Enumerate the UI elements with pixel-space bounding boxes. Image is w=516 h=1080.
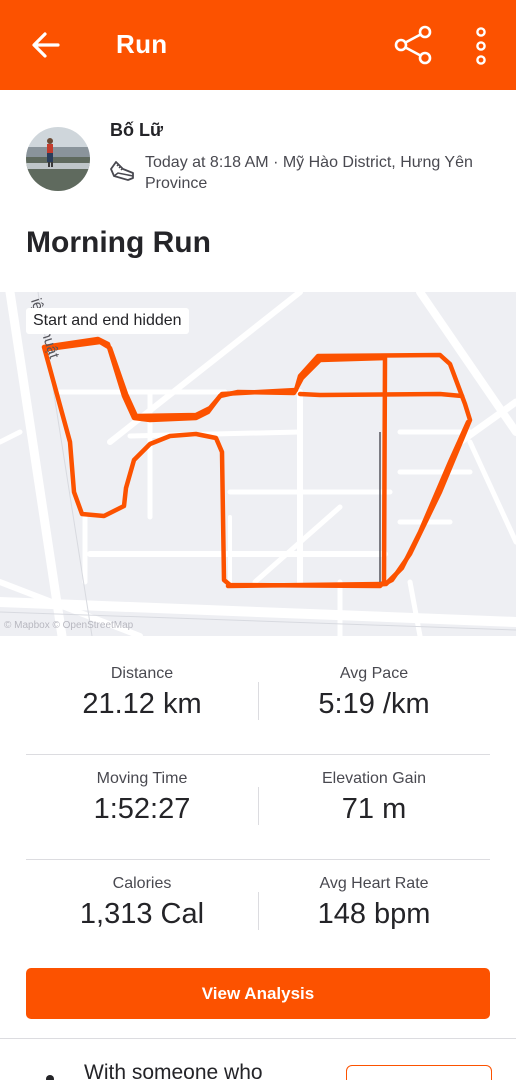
stat-label: Calories (112, 875, 172, 892)
suggestion-text: With someone who (84, 1061, 263, 1080)
athlete-header: Bố Lữ Today at 8:18 AM · Mỹ Hào District… (0, 90, 516, 205)
stat-moving-time: Moving Time 1:52:27 (26, 755, 258, 859)
running-shoe-icon (110, 161, 134, 181)
stats-row: Moving Time 1:52:27 Elevation Gain 71 m (26, 755, 490, 860)
activity-title: Morning Run (26, 226, 211, 259)
suggestion-card: With someone who (0, 1039, 516, 1080)
page-title: Run (116, 29, 168, 59)
back-arrow-icon[interactable] (28, 27, 64, 63)
app-bar: Run (0, 0, 516, 90)
stat-label: Avg Pace (339, 665, 409, 682)
map-overlay-label: Start and end hidden (26, 308, 189, 334)
more-vertical-icon[interactable] (470, 26, 492, 66)
map-background (0, 292, 516, 636)
map-attribution[interactable]: © Mapbox © OpenStreetMap (4, 620, 133, 631)
stat-calories: Calories 1,313 Cal (26, 860, 258, 964)
stats-grid: Distance 21.12 km Avg Pace 5:19 /km Movi… (26, 650, 490, 964)
route-map[interactable]: iện Thuật Start and end hidden © Mapbox … (0, 292, 516, 636)
stat-label: Distance (110, 665, 174, 682)
athlete-name[interactable]: Bố Lữ (110, 120, 163, 141)
bullet-icon (46, 1075, 54, 1080)
stat-value: 5:19 /km (318, 688, 430, 720)
stat-value: 1:52:27 (93, 793, 191, 825)
stats-row: Calories 1,313 Cal Avg Heart Rate 148 bp… (26, 860, 490, 964)
stat-avg-heart-rate: Avg Heart Rate 148 bpm (258, 860, 490, 964)
stat-label: Elevation Gain (321, 770, 427, 787)
stats-row: Distance 21.12 km Avg Pace 5:19 /km (26, 650, 490, 755)
stat-distance: Distance 21.12 km (26, 650, 258, 754)
activity-meta: Today at 8:18 AM · Mỹ Hào District, Hưng… (145, 154, 473, 192)
stat-value: 148 bpm (317, 898, 431, 930)
stat-value: 71 m (341, 793, 407, 825)
stat-label: Moving Time (96, 770, 188, 787)
stat-value: 1,313 Cal (79, 898, 205, 930)
avatar[interactable] (26, 127, 90, 191)
stat-elevation-gain: Elevation Gain 71 m (258, 755, 490, 859)
suggestion-action-button[interactable] (346, 1065, 492, 1080)
route-line (41, 336, 473, 589)
stat-avg-pace: Avg Pace 5:19 /km (258, 650, 490, 754)
stat-label: Avg Heart Rate (319, 875, 429, 892)
stat-value: 21.12 km (82, 688, 202, 720)
share-icon[interactable] (392, 24, 434, 66)
view-analysis-button[interactable]: View Analysis (26, 968, 490, 1019)
